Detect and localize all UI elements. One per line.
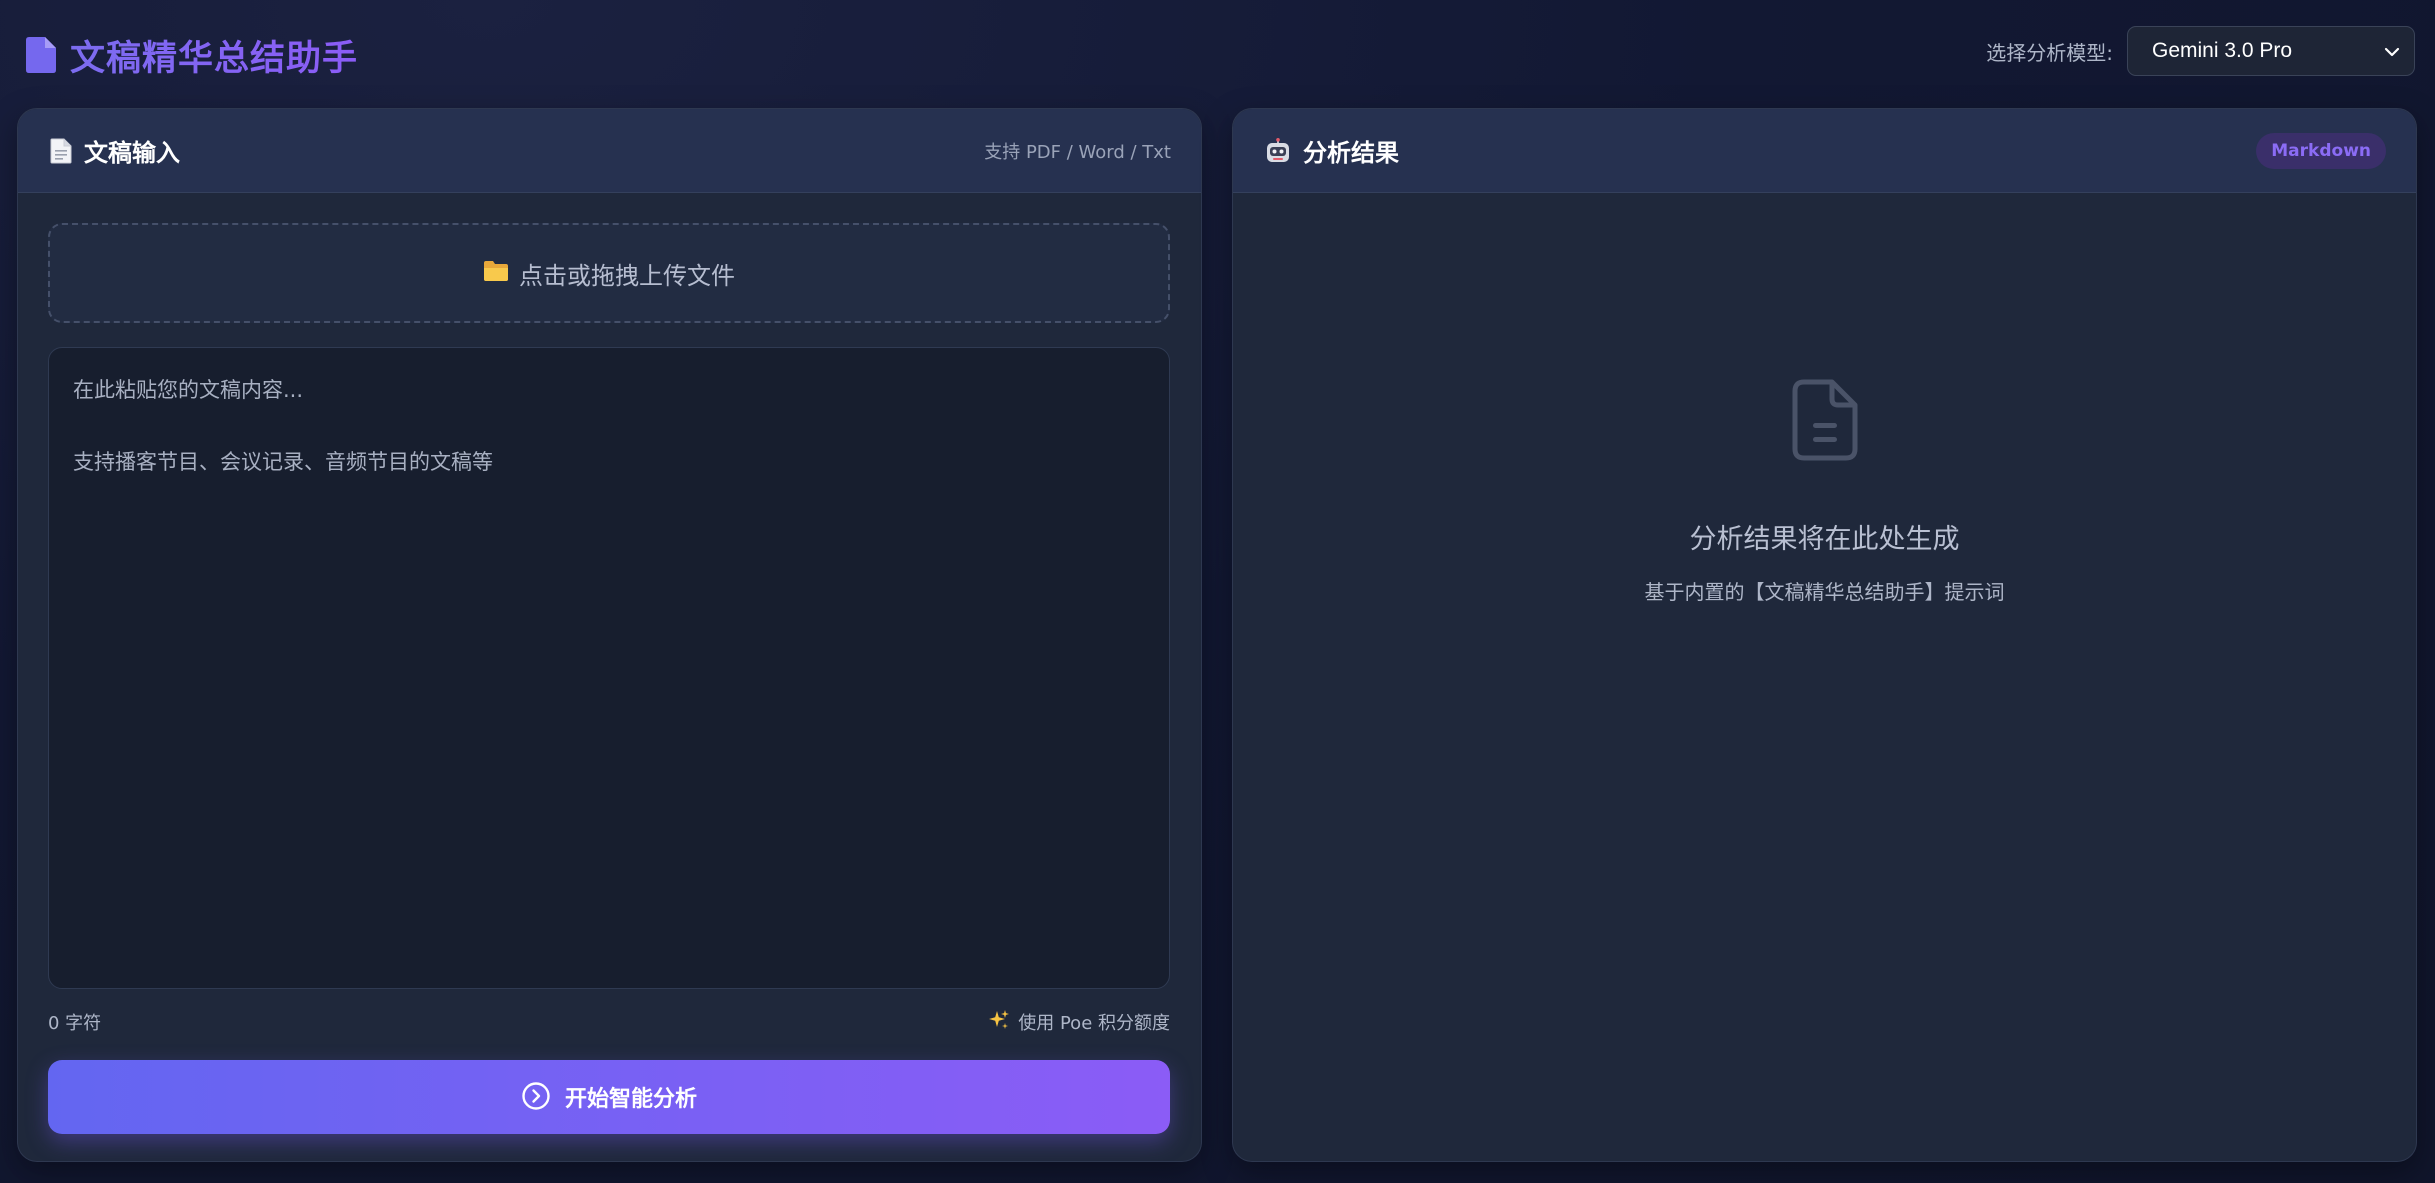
result-panel-title: 分析结果 <box>1265 133 1399 168</box>
input-panel: 文稿输入 支持 PDF / Word / Txt 点击或拖拽上传文件 0 字符 … <box>17 108 1202 1162</box>
char-count: 0 字符 <box>48 1013 102 1034</box>
input-panel-title: 文稿输入 <box>50 133 180 168</box>
upload-text: 点击或拖拽上传文件 <box>519 261 735 290</box>
start-analysis-button[interactable]: 开始智能分析 <box>48 1060 1170 1134</box>
empty-state-title: 分析结果将在此处生成 <box>1689 524 1960 555</box>
input-panel-title-text: 文稿输入 <box>84 139 180 167</box>
input-meta-row: 0 字符 使用 Poe 积分额度 <box>48 1007 1170 1037</box>
app-header: 文稿精华总结助手 选择分析模型: Gemini 3.0 Pro <box>0 0 2435 108</box>
robot-icon <box>1265 137 1291 164</box>
page-icon <box>50 138 72 164</box>
app-title: 文稿精华总结助手 <box>70 30 358 81</box>
file-upload-dropzone[interactable]: 点击或拖拽上传文件 <box>48 223 1170 323</box>
model-select-value: Gemini 3.0 Pro <box>2152 39 2293 62</box>
circle-arrow-icon <box>521 1081 551 1114</box>
model-select-label: 选择分析模型: <box>1986 40 2113 65</box>
quota-note: 使用 Poe 积分额度 <box>988 1009 1170 1036</box>
start-analysis-label: 开始智能分析 <box>564 1086 697 1111</box>
result-panel-title-text: 分析结果 <box>1303 139 1399 167</box>
quota-note-text: 使用 Poe 积分额度 <box>1018 1013 1170 1034</box>
result-panel: 分析结果 Markdown 分析结果将在此处生成 基于内置的【文稿精华总结助手】… <box>1232 108 2417 1162</box>
empty-state-subtitle: 基于内置的【文稿精华总结助手】提示词 <box>1644 580 2005 604</box>
document-icon <box>26 37 56 73</box>
result-empty-state: 分析结果将在此处生成 基于内置的【文稿精华总结助手】提示词 <box>1233 379 2416 605</box>
supported-formats: 支持 PDF / Word / Txt <box>984 141 1171 163</box>
model-picker: 选择分析模型: Gemini 3.0 Pro <box>1986 26 2415 76</box>
model-select[interactable]: Gemini 3.0 Pro <box>2127 26 2415 76</box>
content-textarea[interactable] <box>48 347 1170 989</box>
input-panel-header: 文稿输入 支持 PDF / Word / Txt <box>18 109 1201 193</box>
sparkles-icon <box>988 1009 1010 1036</box>
markdown-badge: Markdown <box>2256 132 2386 169</box>
file-text-icon <box>1792 379 1858 465</box>
chevron-down-icon <box>2384 39 2400 63</box>
brand: 文稿精华总结助手 <box>26 30 358 80</box>
folder-icon <box>483 260 509 286</box>
result-panel-header: 分析结果 Markdown <box>1233 109 2416 193</box>
